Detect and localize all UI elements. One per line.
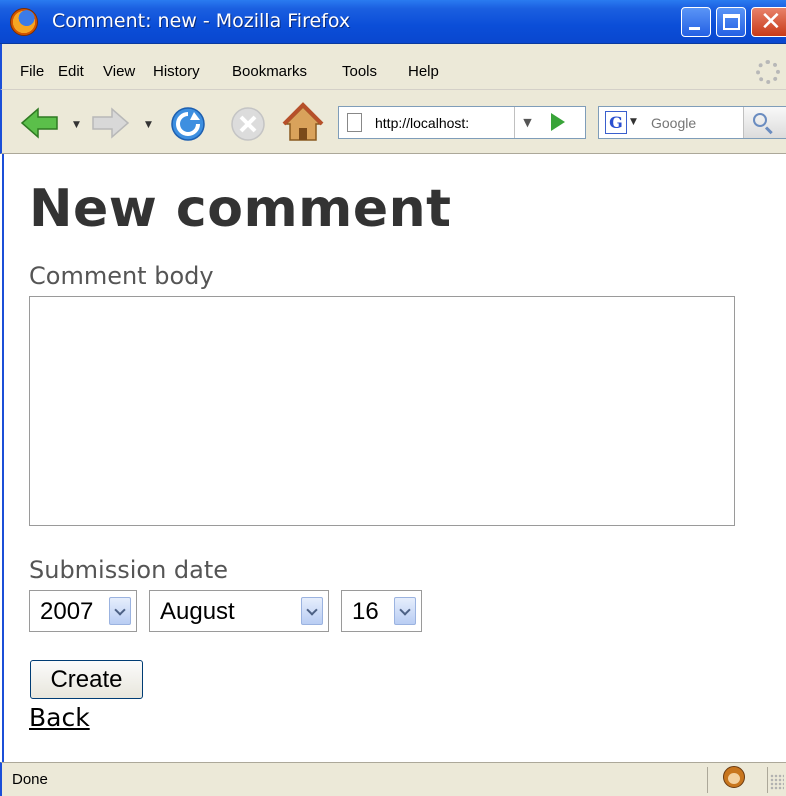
url-bar[interactable]: http://localhost: ▼	[338, 106, 586, 139]
menu-edit[interactable]: Edit	[58, 63, 84, 80]
day-select-value: 16	[352, 598, 379, 625]
menu-file[interactable]: File	[20, 63, 44, 80]
create-button[interactable]: Create	[30, 660, 143, 699]
forward-button[interactable]	[90, 106, 130, 140]
day-select-dropdown-button[interactable]	[394, 597, 416, 625]
status-bar: Done	[0, 762, 786, 796]
firefox-logo-icon	[10, 8, 38, 36]
resize-grip-icon[interactable]	[770, 774, 784, 790]
search-input[interactable]	[651, 111, 739, 135]
back-history-dropdown-icon[interactable]: ▼	[73, 120, 80, 130]
chevron-down-icon	[114, 604, 126, 616]
magnifier-icon	[753, 113, 767, 127]
comment-body-label: Comment body	[29, 262, 214, 290]
back-link[interactable]: Back	[29, 703, 90, 732]
menu-view[interactable]: View	[103, 63, 135, 80]
submission-date-label: Submission date	[29, 556, 229, 584]
month-select-value: August	[160, 598, 235, 625]
minimize-icon	[689, 27, 700, 30]
greasemonkey-icon[interactable]	[723, 766, 745, 788]
stop-button[interactable]	[228, 104, 268, 144]
back-button[interactable]	[20, 106, 60, 140]
menu-bar: File Edit View History Bookmarks Tools H…	[0, 44, 786, 90]
menu-history[interactable]: History	[153, 63, 200, 80]
menu-bookmarks[interactable]: Bookmarks	[232, 63, 307, 80]
home-button[interactable]	[282, 102, 324, 144]
reload-button[interactable]	[168, 104, 208, 144]
year-select-dropdown-button[interactable]	[109, 597, 131, 625]
arrow-left-icon	[20, 107, 58, 139]
year-select-value: 2007	[40, 598, 94, 625]
status-divider	[767, 767, 768, 793]
search-button[interactable]	[743, 107, 786, 138]
close-icon: ✕	[760, 7, 782, 37]
chevron-down-icon	[399, 604, 411, 616]
menu-tools[interactable]: Tools	[342, 63, 377, 80]
url-text[interactable]: http://localhost:	[375, 115, 469, 131]
minimize-button[interactable]	[681, 7, 711, 37]
month-select[interactable]: August	[149, 590, 329, 632]
go-icon[interactable]	[551, 113, 565, 131]
status-text: Done	[12, 771, 48, 788]
year-select[interactable]: 2007	[29, 590, 137, 632]
close-button[interactable]: ✕	[751, 7, 786, 37]
maximize-icon	[723, 14, 740, 30]
url-history-dropdown-icon[interactable]: ▼	[514, 107, 540, 138]
page-title: New comment	[29, 179, 452, 239]
search-bar[interactable]: G ▼	[598, 106, 786, 139]
page-icon	[347, 113, 362, 132]
day-select[interactable]: 16	[341, 590, 422, 632]
forward-history-dropdown-icon[interactable]: ▼	[145, 120, 152, 130]
throbber-icon	[756, 60, 780, 84]
title-bar: Comment: new - Mozilla Firefox ✕	[0, 0, 786, 44]
search-engine-dropdown-icon[interactable]: ▼	[630, 117, 637, 127]
month-select-dropdown-button[interactable]	[301, 597, 323, 625]
maximize-button[interactable]	[716, 7, 746, 37]
comment-body-textarea[interactable]	[29, 296, 735, 526]
search-engine-google-icon[interactable]: G	[605, 111, 627, 134]
arrow-right-icon	[92, 107, 130, 139]
menu-help[interactable]: Help	[408, 63, 439, 80]
status-divider	[707, 767, 708, 793]
chevron-down-icon	[306, 604, 318, 616]
window-title: Comment: new - Mozilla Firefox	[52, 10, 351, 32]
